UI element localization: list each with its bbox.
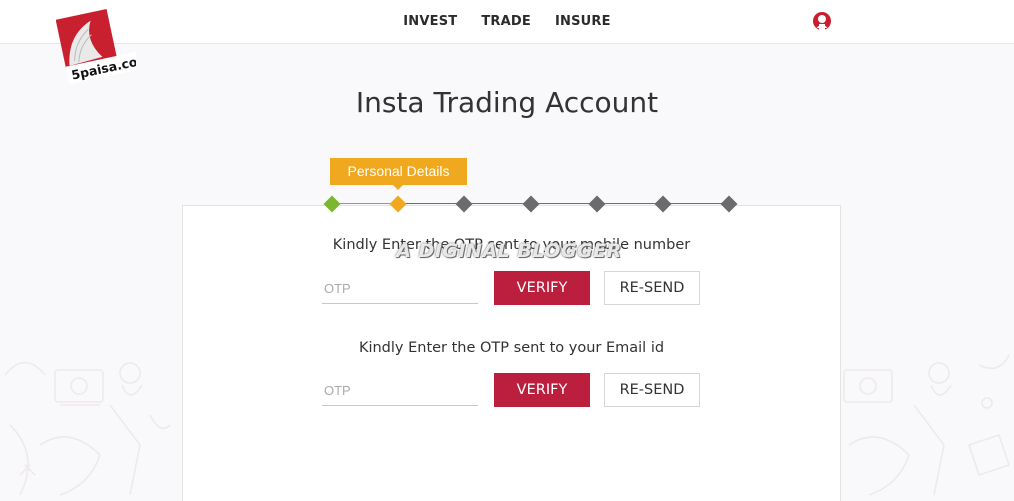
step-2-active — [389, 195, 407, 213]
mobile-resend-button[interactable]: RE-SEND — [604, 271, 700, 305]
nav-insure[interactable]: INSURE — [555, 14, 611, 29]
step-4 — [522, 195, 540, 213]
email-otp-label: Kindly Enter the OTP sent to your Email … — [358, 340, 665, 356]
mobile-otp-input[interactable] — [322, 274, 478, 304]
step-5 — [588, 195, 606, 213]
nav-trade[interactable]: TRADE — [481, 14, 531, 29]
email-verify-button[interactable]: VERIFY — [494, 373, 590, 407]
email-resend-button[interactable]: RE-SEND — [604, 373, 700, 407]
main-nav: INVEST TRADE INSURE — [0, 14, 1014, 29]
step-3 — [455, 195, 473, 213]
step-6 — [654, 195, 672, 213]
mobile-otp-label: Kindly Enter the OTP sent to your mobile… — [332, 237, 691, 253]
active-step-tooltip: Personal Details — [330, 158, 467, 190]
decorative-illustration-right — [843, 354, 1011, 496]
progress-stepper — [322, 194, 742, 214]
step-7 — [720, 195, 738, 213]
mobile-verify-button[interactable]: VERIFY — [494, 271, 590, 305]
step-1-done — [323, 195, 341, 213]
nav-invest[interactable]: INVEST — [403, 14, 457, 29]
email-otp-input[interactable] — [322, 376, 478, 406]
user-icon[interactable] — [812, 11, 832, 31]
decorative-illustration-left — [4, 361, 171, 496]
page-title: Insta Trading Account — [355, 86, 659, 119]
